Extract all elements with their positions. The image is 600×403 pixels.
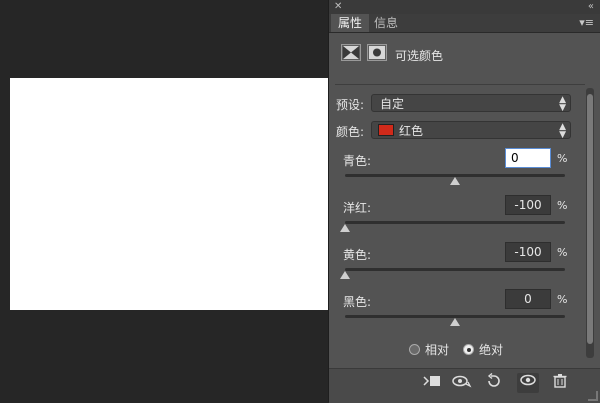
preset-select[interactable]: 自定 ▲ ▼ — [371, 94, 571, 113]
divider — [335, 84, 585, 85]
canvas-area — [0, 0, 328, 402]
reset-icon[interactable] — [483, 372, 505, 393]
black-label: 黑色: — [343, 295, 372, 309]
properties-panel: 属性 信息 ▾≡ 可选颜色 预设: 自定 ▲▼ 颜色: 红色 ▲▼ 青色: — [328, 14, 600, 403]
yellow-slider-track[interactable] — [345, 268, 565, 271]
selective-color-icon[interactable] — [341, 44, 361, 61]
percent-sign: % — [557, 152, 568, 165]
stepper-arrows-icon: ▲ ▼ — [559, 122, 566, 140]
radio-dot[interactable] — [463, 344, 474, 355]
resize-grip-icon[interactable] — [588, 391, 598, 401]
double-chevron-icon[interactable]: « — [588, 0, 594, 14]
yellow-label: 黄色: — [343, 248, 372, 262]
eye-icon[interactable] — [517, 373, 539, 393]
magenta-slider-thumb[interactable] — [340, 224, 350, 232]
black-slider-thumb[interactable] — [450, 318, 460, 326]
trash-icon[interactable] — [549, 373, 571, 393]
close-icon[interactable]: ✕ — [334, 0, 342, 14]
black-input[interactable]: 0 — [505, 289, 551, 309]
colors-select[interactable]: 红色 ▲ ▼ — [371, 121, 571, 140]
tab-info[interactable]: 信息 — [367, 14, 405, 32]
magenta-label: 洋红: — [343, 201, 372, 215]
document-canvas[interactable] — [10, 78, 328, 310]
radio-absolute-label: 绝对 — [479, 343, 504, 357]
panel-tabs: 属性 信息 ▾≡ — [329, 14, 600, 33]
adjustment-title: 可选颜色 — [395, 49, 444, 63]
cyan-input[interactable]: 0 — [505, 148, 551, 168]
percent-sign: % — [557, 199, 568, 212]
yellow-slider-thumb[interactable] — [340, 271, 350, 279]
layer-mask-icon[interactable] — [367, 44, 387, 61]
vertical-scrollbar[interactable] — [586, 88, 594, 358]
preset-value: 自定 — [380, 97, 405, 111]
cyan-label: 青色: — [343, 154, 372, 168]
stepper-arrows-icon: ▲ ▼ — [559, 95, 566, 113]
clip-to-layer-icon[interactable] — [421, 373, 443, 393]
magenta-slider-track[interactable] — [345, 221, 565, 224]
adjustment-header: 可选颜色 — [329, 34, 600, 72]
colors-value: 红色 — [399, 124, 424, 138]
color-swatch — [378, 124, 394, 136]
percent-sign: % — [557, 293, 568, 306]
percent-sign: % — [557, 246, 568, 259]
view-previous-state-icon[interactable] — [451, 373, 473, 393]
radio-dot[interactable] — [409, 344, 420, 355]
colors-label: 颜色: — [336, 125, 365, 139]
yellow-input[interactable]: -100 — [505, 242, 551, 262]
panel-menu-icon[interactable]: ▾≡ — [579, 16, 594, 29]
scrollbar-thumb[interactable] — [587, 94, 593, 344]
method-radio-group: 相对 绝对 — [409, 340, 559, 360]
preset-label: 预设: — [336, 98, 365, 112]
panel-titlebar: ✕ « — [328, 0, 600, 14]
tab-properties[interactable]: 属性 — [331, 14, 370, 32]
cyan-slider-thumb[interactable] — [450, 177, 460, 185]
radio-relative-label: 相对 — [425, 343, 450, 357]
magenta-input[interactable]: -100 — [505, 195, 551, 215]
panel-footer — [329, 368, 600, 403]
